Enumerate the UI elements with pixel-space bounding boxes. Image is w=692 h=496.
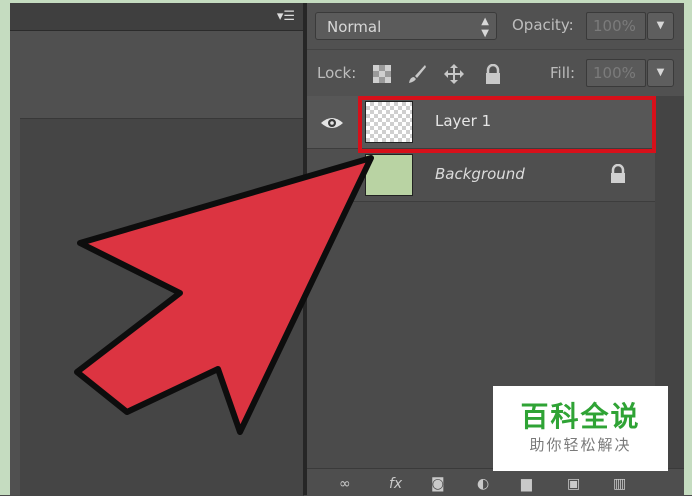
lock-image-pixels-icon[interactable] <box>407 64 427 84</box>
fx-icon[interactable]: fx <box>389 476 402 492</box>
blend-mode-select[interactable]: Normal ▲ ▼ <box>315 12 497 40</box>
layer-thumbnail <box>365 154 413 196</box>
watermark-subtitle: 助你轻松解决 <box>529 436 632 454</box>
layers-panel-footer: ∞ fx ◙ ◐ ▆ ▣ ▥ <box>307 468 684 496</box>
link-layers-icon[interactable]: ∞ <box>339 476 351 492</box>
layer-row-background[interactable]: Background <box>307 149 655 202</box>
document-header: ▾☰ <box>10 3 303 31</box>
frame-border-left <box>0 0 10 495</box>
delete-layer-icon[interactable]: ▥ <box>613 476 626 492</box>
fill-dropdown-button[interactable]: ▼ <box>647 59 674 87</box>
watermark-title: 百科全说 <box>520 400 641 433</box>
select-arrows-icon: ▲ ▼ <box>481 16 489 39</box>
opacity-dropdown-button[interactable]: ▼ <box>647 12 674 40</box>
blend-row: Normal ▲ ▼ Opacity: 100% ▼ <box>307 3 684 49</box>
document-area <box>10 31 304 496</box>
opacity-value: 100% <box>593 17 636 35</box>
add-mask-icon[interactable]: ◙ <box>431 476 445 492</box>
lock-icon <box>611 164 625 183</box>
lock-transparent-pixels-icon[interactable] <box>372 64 392 84</box>
opacity-label: Opacity: <box>512 16 574 34</box>
eye-icon[interactable] <box>320 116 344 130</box>
lock-position-icon[interactable] <box>444 64 464 84</box>
adjustment-layer-icon[interactable]: ◐ <box>477 476 489 492</box>
fill-value: 100% <box>593 64 636 82</box>
lock-row: Lock: Fill: 100% ▼ <box>307 49 684 97</box>
opacity-input[interactable]: 100% <box>586 12 646 40</box>
selected-layer-highlight <box>358 96 656 153</box>
fill-input[interactable]: 100% <box>586 59 646 87</box>
layer-name: Background <box>435 165 525 183</box>
panel-menu-icon[interactable]: ▾☰ <box>277 9 295 24</box>
frame-border-right <box>684 0 692 495</box>
fill-label: Fill: <box>550 64 576 82</box>
lock-label: Lock: <box>317 64 357 82</box>
new-group-icon[interactable]: ▆ <box>521 476 532 492</box>
document-canvas[interactable] <box>20 118 304 496</box>
lock-all-icon[interactable] <box>483 64 503 84</box>
watermark: 百科全说 助你轻松解决 <box>493 386 668 471</box>
blend-mode-value: Normal <box>327 18 382 36</box>
new-layer-icon[interactable]: ▣ <box>567 476 580 492</box>
